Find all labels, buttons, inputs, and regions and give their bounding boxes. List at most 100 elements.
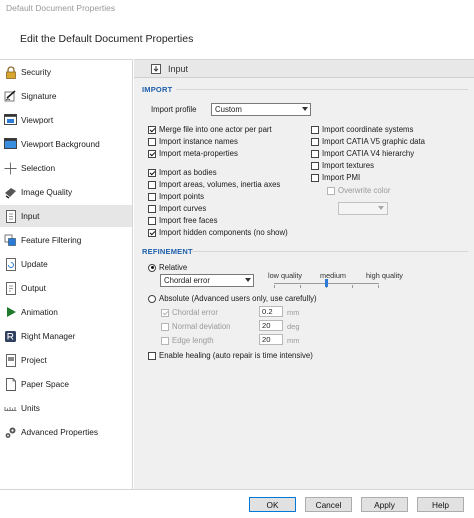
sidebar-item-feature-filtering[interactable]: Feature Filtering (0, 229, 132, 251)
gears-icon (4, 426, 17, 439)
sidebar-item-input[interactable]: Input (0, 205, 132, 227)
refinement-section-header: REFINEMENT (142, 247, 193, 256)
update-icon (4, 257, 17, 271)
sidebar-item-label: Feature Filtering (21, 235, 82, 245)
sidebar-item-advanced-properties[interactable]: Advanced Properties (0, 421, 132, 443)
chevron-down-icon (378, 206, 384, 210)
import-coordinate-systems-checkbox[interactable]: Import coordinate systems (311, 125, 413, 134)
ok-button[interactable]: OK (249, 497, 296, 512)
import-curves-checkbox[interactable]: Import curves (148, 204, 206, 213)
sidebar-item-label: Image Quality (21, 187, 73, 197)
merge-file-checkbox[interactable]: Merge file into one actor per part (148, 125, 272, 134)
sidebar-item-output[interactable]: Output (0, 277, 132, 299)
viewport-background-icon (4, 138, 17, 151)
input-icon (4, 209, 17, 223)
sidebar-item-animation[interactable]: Animation (0, 301, 132, 323)
padlock-icon (4, 65, 17, 79)
sidebar-item-label: Animation (21, 307, 58, 317)
normal-deviation-checkbox[interactable]: Normal deviation (161, 322, 231, 331)
edge-length-field[interactable]: 20 (259, 334, 283, 345)
project-icon (4, 353, 17, 367)
footer-divider (0, 489, 474, 490)
import-points-checkbox[interactable]: Import points (148, 192, 204, 201)
sidebar-item-label: Viewport Background (21, 139, 100, 149)
edge-length-checkbox[interactable]: Edge length (161, 336, 214, 345)
sidebar-item-image-quality[interactable]: Image Quality (0, 181, 132, 203)
sidebar-item-label: Signature (21, 91, 57, 101)
sidebar-item-label: Project (21, 355, 47, 365)
sidebar-item-label: Security (21, 67, 51, 77)
import-section-divider (176, 89, 468, 90)
panel-header: Input (134, 60, 474, 78)
overwrite-color-checkbox[interactable]: Overwrite color (327, 186, 390, 195)
sidebar-item-label: Selection (21, 163, 56, 173)
sidebar-item-label: Advanced Properties (21, 427, 99, 437)
absolute-radio[interactable]: Absolute (Advanced users only, use caref… (148, 294, 317, 303)
relative-radio[interactable]: Relative (148, 263, 187, 272)
sidebar-item-selection[interactable]: Selection (0, 157, 132, 179)
crosshair-icon (4, 162, 17, 175)
cancel-button[interactable]: Cancel (305, 497, 352, 512)
import-hidden-components-checkbox[interactable]: Import hidden components (no show) (148, 228, 288, 237)
sidebar-item-right-manager[interactable]: Right Manager (0, 325, 132, 347)
input-settings-panel: Input IMPORT Import profile Custom Merge… (134, 59, 474, 490)
sidebar-item-viewport[interactable]: Viewport (0, 109, 132, 131)
panel-title: Input (168, 63, 189, 74)
sidebar-item-update[interactable]: Update (0, 253, 132, 275)
apply-button[interactable]: Apply (361, 497, 408, 512)
import-catia-v4-hierarchy-checkbox[interactable]: Import CATIA V4 hierarchy (311, 149, 414, 158)
chordal-error-field[interactable]: 0.2 (259, 306, 283, 317)
play-icon (4, 306, 17, 319)
page-title: Edit the Default Document Properties (20, 33, 194, 45)
sidebar-item-project[interactable]: Project (0, 349, 132, 371)
import-meta-properties-checkbox[interactable]: Import meta-properties (148, 149, 238, 158)
viewport-icon (4, 114, 17, 127)
quality-slider-thumb[interactable] (325, 279, 328, 287)
units-ruler-icon (4, 402, 17, 415)
import-free-faces-checkbox[interactable]: Import free faces (148, 216, 218, 225)
sidebar-item-label: Output (21, 283, 46, 293)
overwrite-color-picker[interactable] (338, 202, 388, 215)
paper-space-icon (4, 377, 17, 391)
normal-deviation-field[interactable]: 20 (259, 320, 283, 331)
slider-medium-label: medium (320, 271, 346, 280)
chordal-error-unit: mm (287, 308, 300, 317)
sidebar-item-units[interactable]: Units (0, 397, 132, 419)
sidebar-item-label: Right Manager (21, 331, 76, 341)
normal-deviation-unit: deg (287, 322, 300, 331)
chevron-down-icon (245, 278, 251, 282)
slider-high-label: high quality (366, 271, 403, 280)
sidebar-item-security[interactable]: Security (0, 61, 132, 83)
window-title: Default Document Properties (0, 0, 474, 18)
import-textures-checkbox[interactable]: Import textures (311, 161, 374, 170)
help-button[interactable]: Help (417, 497, 464, 512)
enable-healing-checkbox[interactable]: Enable healing (auto repair is time inte… (148, 351, 313, 360)
input-icon (151, 63, 161, 74)
image-quality-icon (4, 186, 17, 199)
chordal-error-checkbox[interactable]: Chordal error (161, 308, 218, 317)
import-catia-v5-graphic-checkbox[interactable]: Import CATIA V5 graphic data (311, 137, 425, 146)
sidebar-item-label: Update (21, 259, 48, 269)
edge-length-unit: mm (287, 336, 300, 345)
import-profile-select[interactable]: Custom (211, 103, 311, 116)
chevron-down-icon (302, 107, 308, 111)
feature-filter-icon (4, 234, 17, 247)
refinement-section-divider (192, 251, 468, 252)
import-pmi-checkbox[interactable]: Import PMI (311, 173, 360, 182)
import-profile-label: Import profile (151, 105, 197, 114)
sidebar-item-paper-space[interactable]: Paper Space (0, 373, 132, 395)
relative-mode-select[interactable]: Chordal error (160, 274, 254, 287)
signature-icon (4, 89, 17, 103)
sidebar-item-viewport-background[interactable]: Viewport Background (0, 133, 132, 155)
sidebar: Security Signature Viewport Viewport Bac… (0, 59, 133, 490)
import-areas-volumes-checkbox[interactable]: Import areas, volumes, inertia axes (148, 180, 280, 189)
sidebar-item-label: Input (21, 211, 40, 221)
slider-low-label: low quality (268, 271, 303, 280)
sidebar-item-label: Viewport (21, 115, 54, 125)
import-as-bodies-checkbox[interactable]: Import as bodies (148, 168, 217, 177)
rights-icon (4, 330, 17, 343)
import-instance-names-checkbox[interactable]: Import instance names (148, 137, 238, 146)
import-section-header: IMPORT (142, 85, 173, 94)
sidebar-item-signature[interactable]: Signature (0, 85, 132, 107)
output-icon (4, 281, 17, 295)
